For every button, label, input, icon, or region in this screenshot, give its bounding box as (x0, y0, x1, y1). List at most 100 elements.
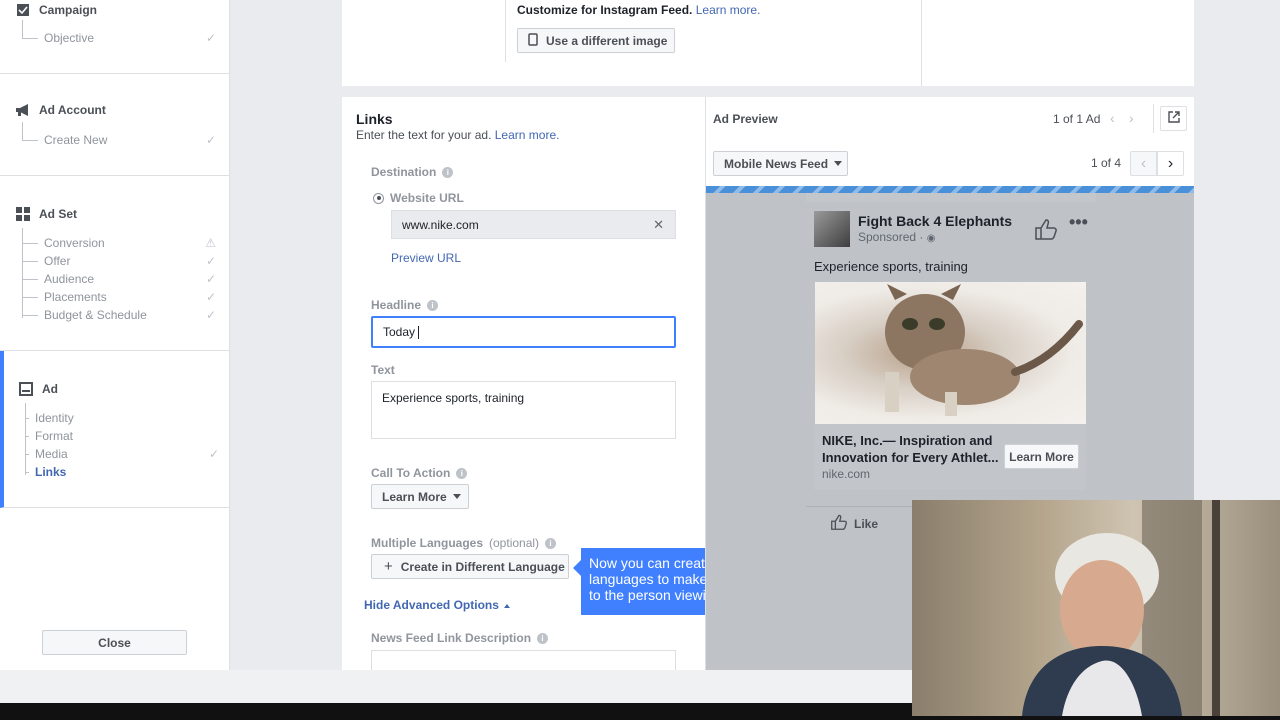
preview-learn-more-button[interactable]: Learn More (1004, 444, 1079, 469)
sidebar-item-links[interactable]: Links (25, 463, 219, 481)
chevron-right-icon[interactable]: › (1129, 110, 1134, 126)
open-external-button[interactable] (1160, 106, 1187, 131)
sidebar-item-objective[interactable]: Objective ✓ (22, 29, 216, 47)
sidebar-ad-set-header[interactable]: Ad Set (15, 206, 77, 222)
headline-label: Headline i (371, 298, 439, 312)
sidebar-item-label: Identity (35, 411, 74, 425)
check-icon: ✓ (205, 272, 216, 286)
website-url-field[interactable]: www.nike.com ✕ (391, 210, 676, 239)
thumbs-up-icon (830, 514, 848, 533)
website-url-radio[interactable]: Website URL (373, 191, 464, 205)
check-icon: ✓ (208, 447, 219, 461)
info-icon[interactable]: i (537, 632, 549, 644)
multiple-languages-label: Multiple Languages (optional) i (371, 536, 557, 550)
sidebar-ad-account-header[interactable]: Ad Account (15, 102, 106, 118)
clear-icon[interactable]: ✕ (653, 217, 664, 233)
placement-dropdown[interactable]: Mobile News Feed (713, 151, 848, 176)
webcam-overlay (912, 500, 1280, 716)
instagram-learn-more-link[interactable]: Learn more. (696, 3, 761, 17)
ad-text-value: Experience sports, training (382, 391, 525, 405)
page-name[interactable]: Fight Back 4 Elephants (858, 213, 1012, 229)
sidebar-item-label: Offer (44, 254, 71, 268)
sidebar-item-conversion[interactable]: Conversion ⚠ (22, 234, 216, 252)
placement-value: Mobile News Feed (724, 156, 829, 171)
link-domain: nike.com (822, 467, 871, 481)
sidebar-item-label: Placements (44, 290, 107, 304)
sidebar-item-identity[interactable]: Identity (25, 409, 219, 427)
use-different-image-button[interactable]: Use a different image (517, 28, 675, 53)
sidebar-item-label: Format (35, 429, 74, 443)
chevron-right-icon: › (1167, 154, 1174, 172)
sidebar-item-label: Objective (44, 31, 95, 45)
thumbs-up-icon[interactable] (1034, 218, 1058, 243)
more-options-icon[interactable]: ••• (1069, 212, 1088, 233)
chevron-left-icon[interactable]: ‹ (1110, 110, 1115, 126)
hide-advanced-label: Hide Advanced Options (364, 598, 499, 612)
ad-text-textarea[interactable]: Experience sports, training (371, 381, 676, 439)
instagram-customize-text: Customize for Instagram Feed. Learn more… (517, 3, 760, 17)
placement-page-count: 1 of 4 (1091, 156, 1122, 170)
phone-icon (528, 32, 538, 49)
sidebar-ad-header[interactable]: Ad (18, 381, 58, 397)
cta-dropdown[interactable]: Learn More (371, 484, 469, 509)
info-icon[interactable]: i (442, 166, 454, 178)
close-button[interactable]: Close (42, 630, 187, 655)
ad-image[interactable] (815, 282, 1086, 424)
sidebar-section-ad: Ad Identity Format Media ✓ Links (0, 351, 229, 508)
sponsored-label: Sponsored · ◉ (858, 230, 935, 244)
preview-url-link[interactable]: Preview URL (391, 251, 461, 265)
info-icon[interactable]: i (545, 537, 557, 549)
warning-icon: ⚠ (205, 236, 216, 250)
like-label: Like (854, 516, 879, 531)
sidebar-section-ad-set: Ad Set Conversion ⚠ Offer ✓ Audience ✓ P… (0, 176, 229, 351)
headline-label-text: Headline (371, 298, 422, 312)
sidebar-section-ad-account: Ad Account Create New ✓ (0, 74, 229, 176)
preview-like-button[interactable]: Like (830, 514, 878, 533)
sidebar-item-offer[interactable]: Offer ✓ (22, 252, 216, 270)
prev-placement-button[interactable]: ‹ (1130, 151, 1157, 176)
info-icon[interactable]: i (456, 467, 468, 479)
sidebar-item-label: Audience (44, 272, 95, 286)
sidebar-item-audience[interactable]: Audience ✓ (22, 270, 216, 288)
links-learn-more-link[interactable]: Learn more. (495, 128, 560, 142)
sidebar-section-campaign: Campaign Objective ✓ (0, 0, 229, 74)
optional-label: (optional) (489, 536, 540, 550)
multiple-languages-label-text: Multiple Languages (371, 536, 484, 550)
sidebar-item-create-new[interactable]: Create New ✓ (22, 131, 216, 149)
next-placement-button[interactable]: › (1157, 151, 1184, 176)
create-different-language-button[interactable]: + Create in Different Language (371, 554, 569, 579)
hide-advanced-options-link[interactable]: Hide Advanced Options (364, 598, 511, 612)
sidebar-item-label: Conversion (44, 236, 105, 250)
news-feed-description-input[interactable] (371, 650, 676, 670)
page-avatar[interactable] (814, 211, 850, 247)
check-icon: ✓ (205, 308, 216, 322)
sidebar-item-placements[interactable]: Placements ✓ (22, 288, 216, 306)
sidebar-item-label: Budget & Schedule (44, 308, 147, 322)
create-language-label: Create in Different Language (400, 559, 565, 574)
ad-count: 1 of 1 Ad (1053, 112, 1101, 126)
ad-preview-title: Ad Preview (713, 112, 778, 126)
external-link-icon (1167, 111, 1180, 126)
links-title: Links (356, 111, 393, 127)
sidebar-campaign-header[interactable]: Campaign (15, 2, 97, 18)
sidebar-campaign-title: Campaign (39, 3, 98, 17)
cta-label: Call To Action i (371, 466, 468, 480)
radio-selected-icon[interactable] (373, 192, 384, 204)
destination-label-text: Destination (371, 165, 437, 179)
sidebar-item-media[interactable]: Media ✓ (25, 445, 219, 463)
caret-up-icon (504, 603, 511, 608)
headline-input[interactable]: Today (371, 316, 676, 348)
check-icon: ✓ (205, 290, 216, 304)
sidebar-item-format[interactable]: Format (25, 427, 219, 445)
news-feed-description-label: News Feed Link Description i (371, 631, 549, 645)
info-icon[interactable]: i (427, 299, 439, 311)
caret-down-icon (452, 494, 461, 499)
text-cursor (418, 325, 420, 339)
divider (806, 506, 912, 507)
check-icon: ✓ (205, 254, 216, 268)
website-url-label: Website URL (390, 191, 464, 205)
sidebar-item-budget-schedule[interactable]: Budget & Schedule ✓ (22, 306, 216, 324)
progress-stripe (706, 186, 1194, 193)
website-url-value: www.nike.com (402, 217, 479, 232)
ad-square-icon (18, 381, 34, 397)
